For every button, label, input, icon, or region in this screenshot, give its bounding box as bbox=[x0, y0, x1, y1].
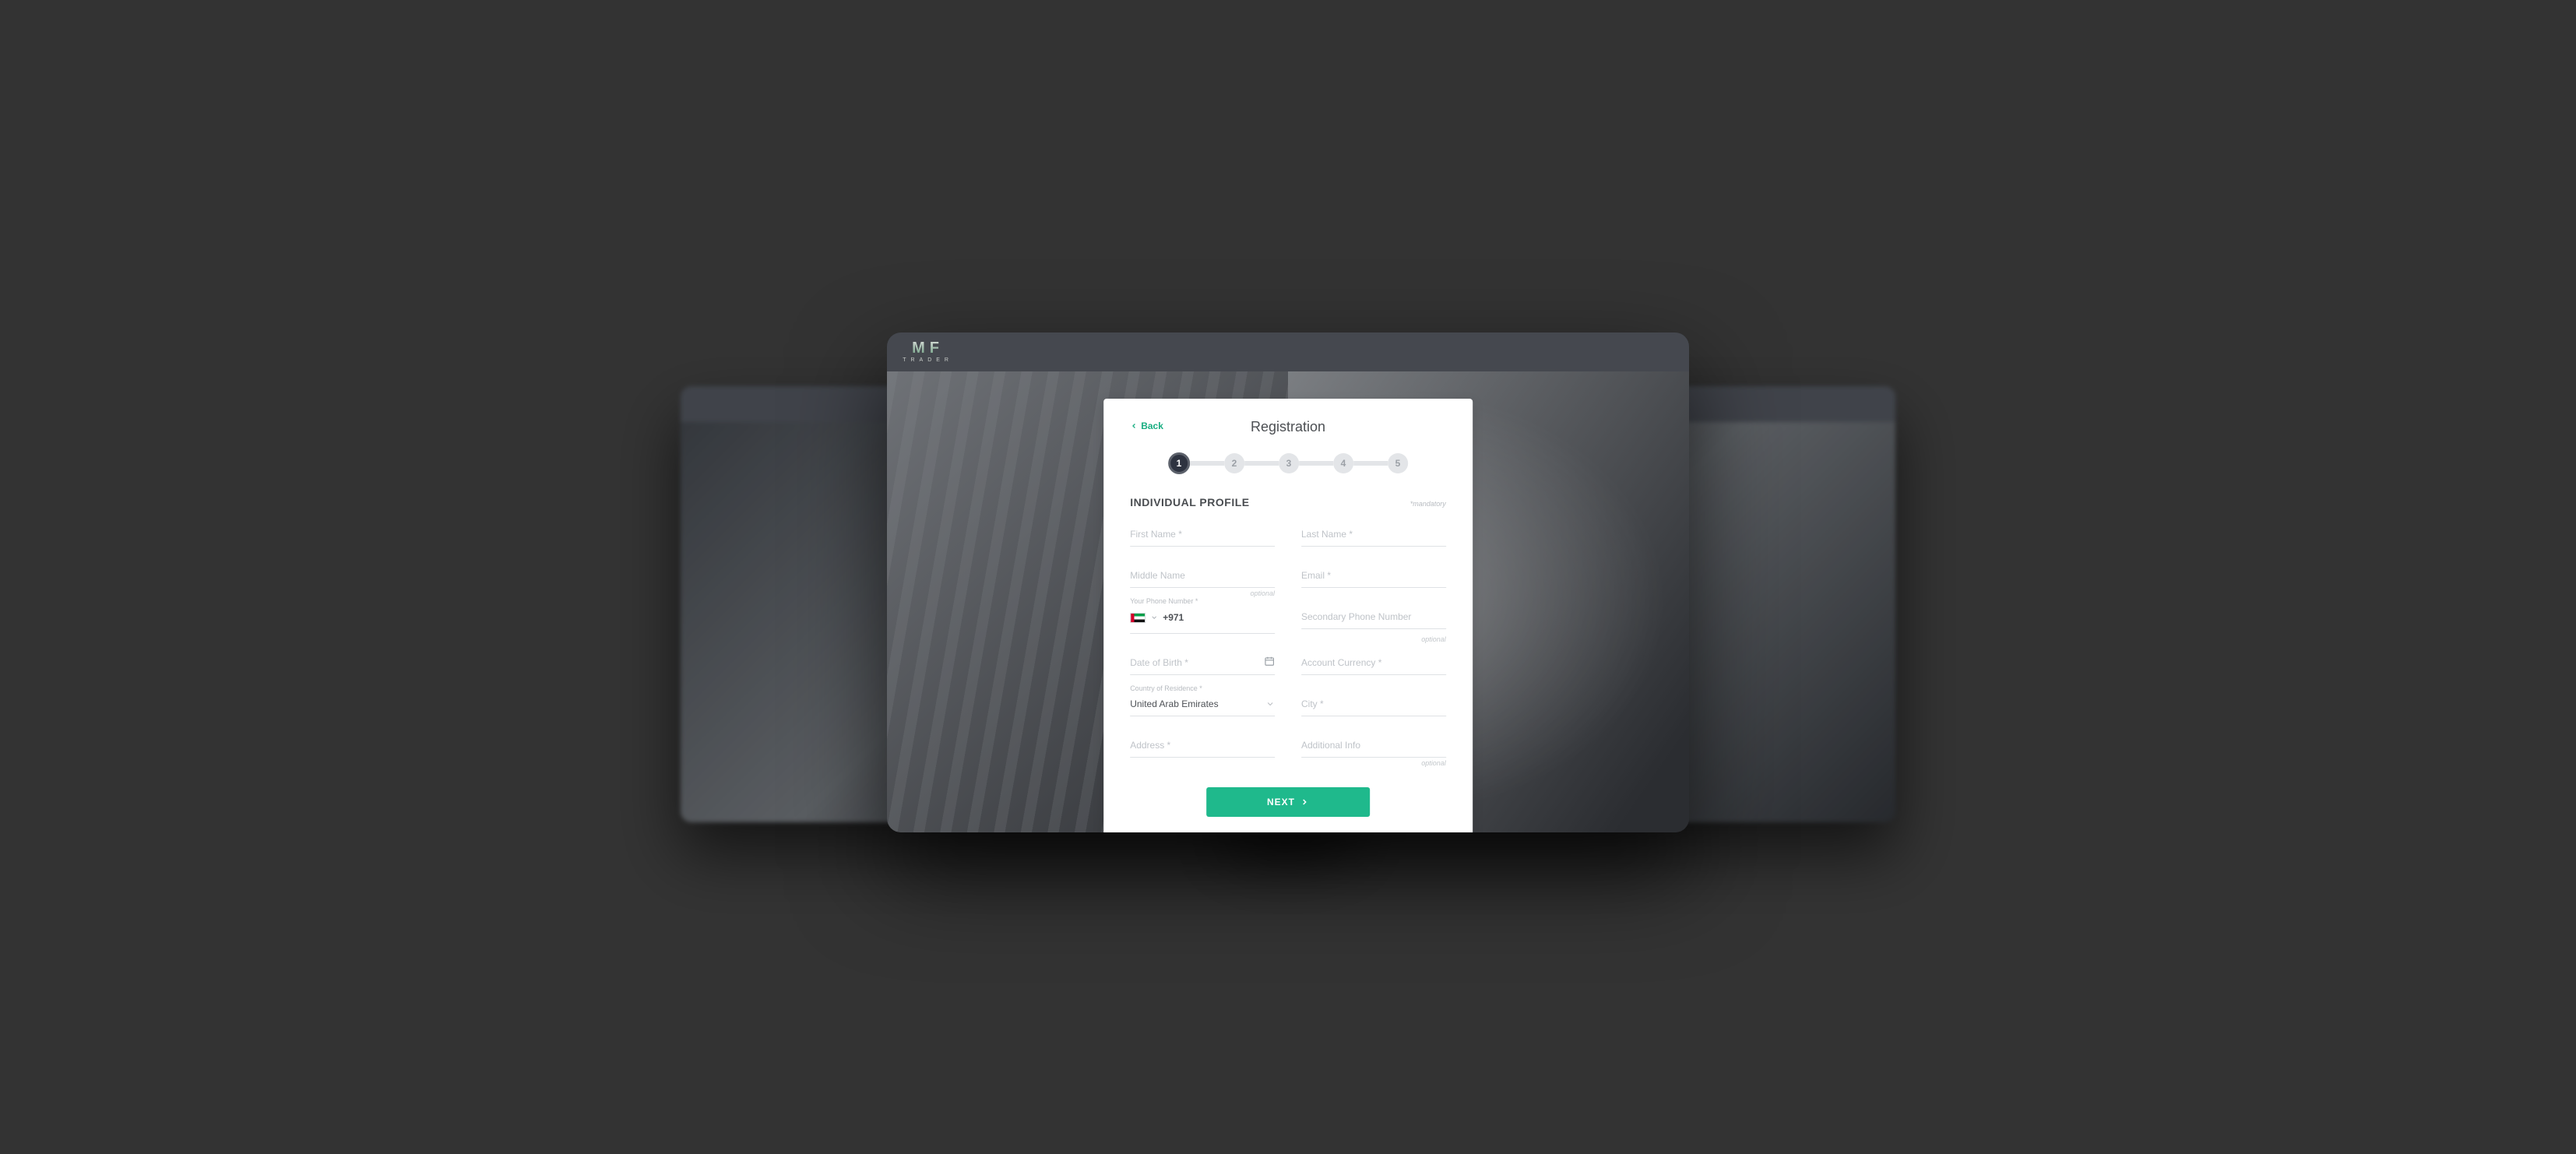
country-label: Country of Residence * bbox=[1130, 684, 1202, 692]
step-connector bbox=[1244, 461, 1279, 466]
section-title: INDIVIDUAL PROFILE bbox=[1130, 496, 1249, 508]
secondary-phone-hint: optional bbox=[1421, 635, 1446, 643]
chevron-down-icon bbox=[1265, 699, 1275, 709]
step-connector bbox=[1190, 461, 1224, 466]
first-name-field bbox=[1130, 524, 1275, 547]
chevron-left-icon bbox=[1130, 422, 1138, 430]
next-button[interactable]: NEXT bbox=[1206, 787, 1370, 817]
calendar-icon[interactable] bbox=[1264, 656, 1275, 667]
secondary-phone-input[interactable] bbox=[1301, 607, 1446, 629]
registration-card: Back Registration 1 2 3 4 5 INDIVIDUA bbox=[1103, 399, 1473, 832]
country-value: United Arab Emirates bbox=[1130, 698, 1218, 709]
app-body: Back Registration 1 2 3 4 5 INDIVIDUA bbox=[887, 371, 1689, 833]
step-4[interactable]: 4 bbox=[1333, 453, 1353, 473]
dob-field bbox=[1130, 653, 1275, 675]
app-window: MF TRADER Back Registration 1 2 bbox=[887, 332, 1689, 833]
form-grid: optional Your Phone Number * +971 bbox=[1130, 524, 1446, 758]
page-title: Registration bbox=[1130, 419, 1446, 435]
last-name-input[interactable] bbox=[1301, 524, 1446, 547]
secondary-phone-field: optional bbox=[1301, 607, 1446, 634]
chevron-down-icon[interactable] bbox=[1150, 614, 1158, 621]
card-header: Back Registration bbox=[1130, 419, 1446, 435]
address-input[interactable] bbox=[1130, 735, 1275, 758]
next-label: NEXT bbox=[1267, 797, 1295, 807]
address-field bbox=[1130, 735, 1275, 758]
uae-flag-icon[interactable] bbox=[1130, 613, 1145, 623]
dial-code: +971 bbox=[1163, 612, 1184, 623]
currency-input[interactable] bbox=[1301, 653, 1446, 675]
section-header: INDIVIDUAL PROFILE *mandatory bbox=[1130, 496, 1446, 508]
country-field: Country of Residence * United Arab Emira… bbox=[1130, 694, 1275, 716]
additional-info-hint: optional bbox=[1421, 759, 1446, 767]
back-label: Back bbox=[1141, 420, 1163, 431]
phone-field: Your Phone Number * +971 bbox=[1130, 607, 1275, 634]
title-bar: MF TRADER bbox=[887, 332, 1689, 371]
email-input[interactable] bbox=[1301, 565, 1446, 588]
middle-name-input[interactable] bbox=[1130, 565, 1275, 588]
actions-row: NEXT bbox=[1130, 787, 1446, 817]
additional-info-input[interactable] bbox=[1301, 735, 1446, 758]
logo-mark: MF bbox=[912, 340, 944, 356]
last-name-field bbox=[1301, 524, 1446, 547]
country-select[interactable]: United Arab Emirates bbox=[1130, 694, 1275, 716]
middle-name-hint: optional bbox=[1250, 589, 1275, 597]
progress-stepper: 1 2 3 4 5 bbox=[1130, 452, 1446, 474]
additional-info-field: optional bbox=[1301, 735, 1446, 758]
step-5[interactable]: 5 bbox=[1388, 453, 1408, 473]
city-input[interactable] bbox=[1301, 694, 1446, 716]
step-1[interactable]: 1 bbox=[1168, 452, 1190, 474]
phone-input[interactable] bbox=[1188, 607, 1275, 628]
phone-label: Your Phone Number * bbox=[1130, 597, 1198, 605]
step-3[interactable]: 3 bbox=[1279, 453, 1299, 473]
dob-input[interactable] bbox=[1130, 653, 1275, 675]
email-field bbox=[1301, 565, 1446, 588]
step-connector bbox=[1299, 461, 1333, 466]
city-field bbox=[1301, 694, 1446, 716]
chevron-right-icon bbox=[1300, 797, 1309, 807]
logo-subtext: TRADER bbox=[903, 357, 953, 363]
app-logo: MF TRADER bbox=[903, 340, 953, 363]
step-2[interactable]: 2 bbox=[1224, 453, 1244, 473]
back-button[interactable]: Back bbox=[1130, 420, 1163, 431]
stage: MF TRADER Back Registration 1 2 bbox=[681, 305, 1895, 850]
step-connector bbox=[1353, 461, 1388, 466]
currency-field bbox=[1301, 653, 1446, 675]
first-name-input[interactable] bbox=[1130, 524, 1275, 547]
middle-name-field: optional bbox=[1130, 565, 1275, 588]
mandatory-note: *mandatory bbox=[1410, 500, 1446, 508]
